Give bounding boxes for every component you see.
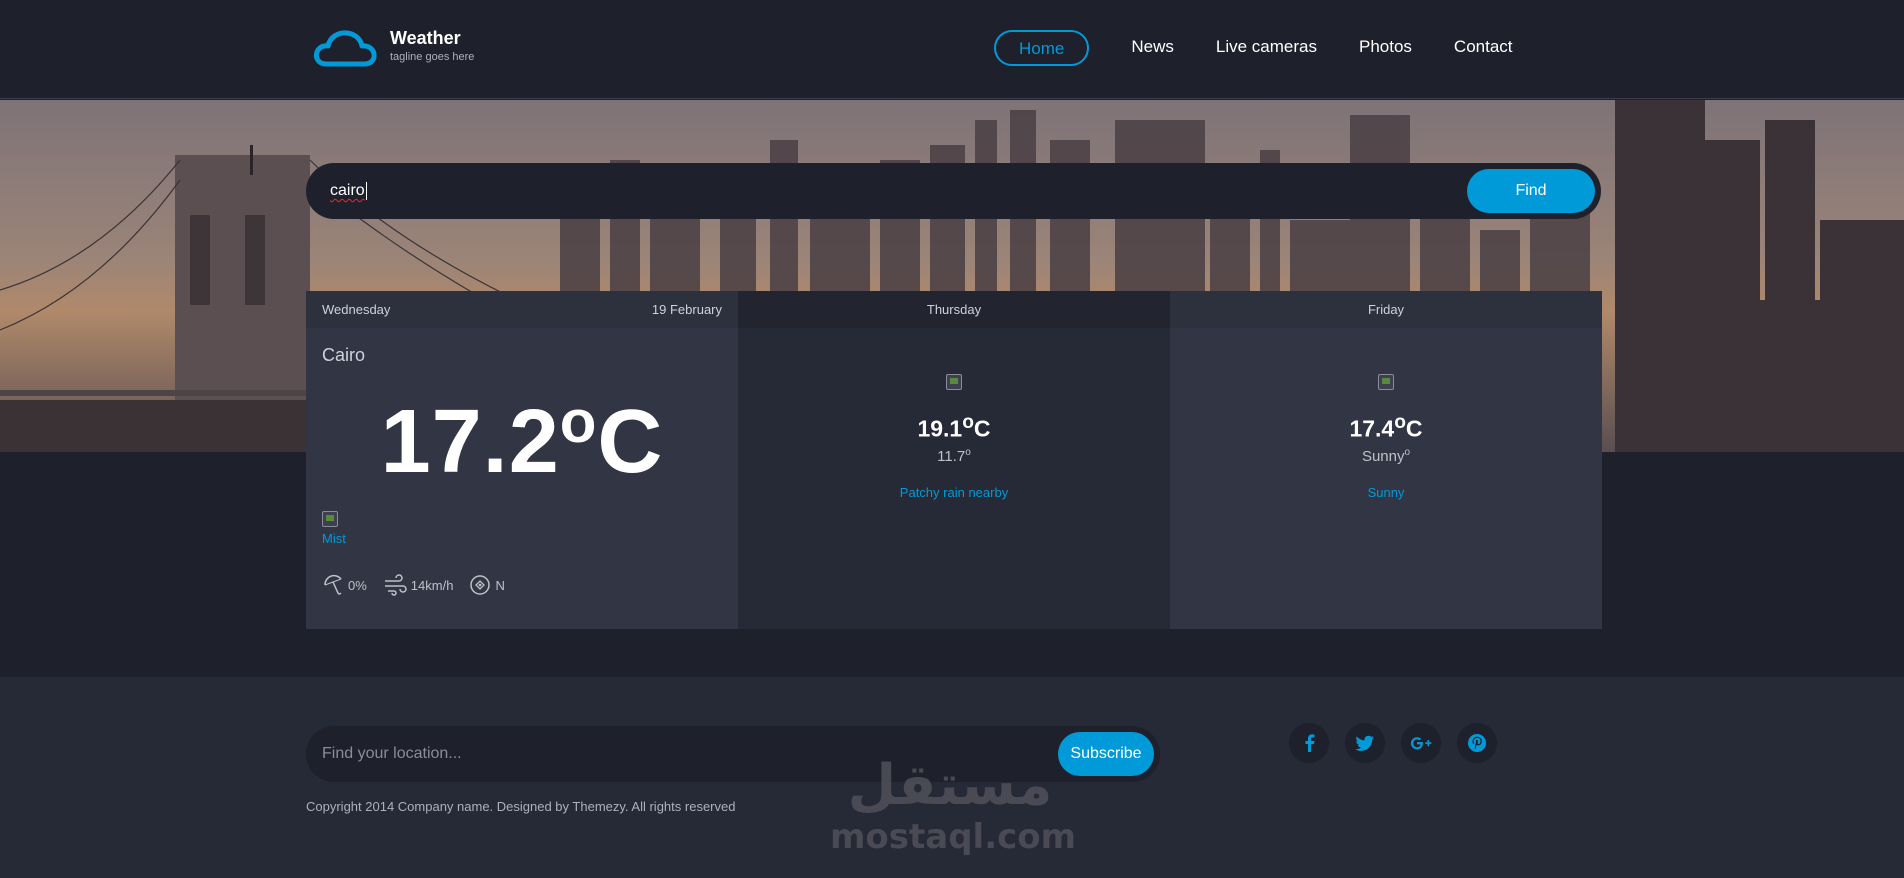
wind-icon (384, 574, 407, 596)
umbrella-icon (324, 574, 342, 595)
nav-live-cameras[interactable]: Live cameras (1216, 30, 1317, 66)
forecast-condition: Sunny (1367, 485, 1405, 500)
nav-contact[interactable]: Contact (1454, 30, 1513, 66)
degree-symbol: o (962, 412, 974, 433)
social-links (1289, 723, 1513, 763)
watermark-latin: mostaql.com (830, 817, 1077, 857)
degree-symbol: o (1404, 447, 1411, 458)
compass-icon (470, 575, 491, 595)
twitter-link[interactable] (1345, 723, 1385, 763)
forecast-low: 11.7o (738, 447, 1170, 465)
forecast-high-value: 17.4 (1349, 415, 1395, 442)
forecast-card-friday: Friday 17.4oC Sunnyo Sunny (1170, 291, 1602, 629)
city-name: Cairo (322, 345, 366, 365)
facebook-icon (1305, 734, 1315, 752)
search-bar: cairo Find (306, 163, 1601, 219)
today-forecast-card: Wednesday 19 February Cairo 17.2oC Mist … (306, 291, 738, 629)
forecast-card-header: Friday (1170, 291, 1602, 328)
condition-icon-broken-image (946, 374, 962, 390)
facebook-link[interactable] (1289, 723, 1329, 763)
twitter-icon (1355, 735, 1374, 751)
forecast-card-thursday: Thursday 19.1oC 11.7o Patchy rain nearby (738, 291, 1170, 629)
temp-unit: C (1405, 415, 1423, 442)
today-card-header: Wednesday 19 February (306, 291, 738, 328)
temp-unit: C (973, 415, 991, 442)
nav-home[interactable]: Home (994, 30, 1090, 66)
logo[interactable]: Weather tagline goes here (312, 26, 474, 70)
today-date: 19 February (651, 302, 722, 317)
condition-icon-broken-image (1378, 374, 1394, 390)
main-nav: Home News Live cameras Photos Contact (994, 30, 1513, 66)
degree-symbol: o (559, 388, 598, 455)
pinterest-link[interactable] (1457, 723, 1497, 763)
copyright-text: Copyright 2014 Company name. Designed by… (306, 799, 736, 814)
pinterest-icon (1468, 734, 1486, 752)
temp-unit: C (597, 392, 664, 492)
forecast-high-value: 19.1 (917, 415, 963, 442)
degree-symbol: o (965, 447, 971, 458)
watermark-arabic: مستقل (847, 753, 1053, 818)
current-temp-value: 17.2 (380, 392, 560, 492)
wind-value: 14km/h (410, 577, 454, 593)
google-plus-icon (1410, 737, 1432, 750)
mostaql-watermark: مستقل mostaql.com (830, 753, 1077, 865)
humidity-value: 0% (348, 577, 367, 593)
today-day: Wednesday (322, 302, 391, 317)
site-header: Weather tagline goes here Home News Live… (0, 0, 1904, 99)
weather-stats: 0% 14km/h N (322, 574, 521, 596)
forecast-condition: Patchy rain nearby (899, 485, 1009, 500)
search-input[interactable]: cairo (330, 163, 367, 219)
site-tagline: tagline goes here (390, 51, 475, 63)
forecast-day: Friday (1367, 302, 1405, 317)
text-caret (365, 181, 367, 200)
site-title: Weather (390, 28, 461, 48)
cloud-logo-icon (313, 30, 377, 67)
google-plus-link[interactable] (1401, 723, 1441, 763)
forecast-high: 19.1oC (738, 412, 1170, 443)
forecast-day: Thursday (926, 302, 982, 317)
humidity-stat: 0% (322, 574, 367, 596)
nav-news[interactable]: News (1131, 30, 1174, 66)
forecast-card-header: Thursday (738, 291, 1170, 328)
current-temperature: 17.2oC (306, 387, 738, 494)
degree-symbol: o (1394, 412, 1406, 433)
forecast-high: 17.4oC (1170, 412, 1602, 443)
forecast-low-value: 11.7 (937, 448, 966, 465)
wind-direction-stat: N (469, 574, 505, 596)
subscribe-button[interactable]: Subscribe (1058, 732, 1154, 776)
find-button[interactable]: Find (1467, 169, 1595, 213)
today-condition: Mist (322, 531, 346, 546)
wind-stat: 14km/h (383, 574, 454, 596)
condition-icon-broken-image (322, 511, 338, 527)
wind-direction-value: N (495, 577, 505, 593)
nav-photos[interactable]: Photos (1359, 30, 1412, 66)
forecast-low-value: Sunny (1361, 448, 1405, 465)
forecast-low: Sunnyo (1170, 447, 1602, 465)
search-input-value: cairo (330, 182, 365, 199)
